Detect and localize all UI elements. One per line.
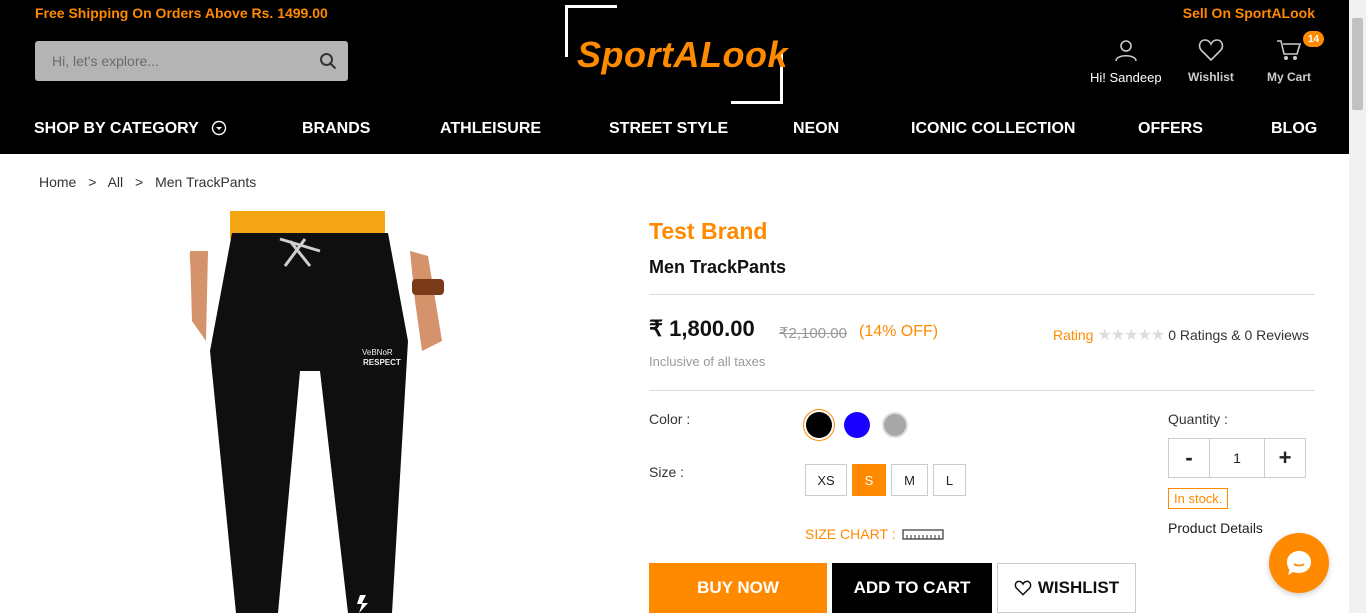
- add-to-cart-button[interactable]: ADD TO CART: [832, 563, 992, 613]
- divider: [649, 294, 1315, 295]
- buy-now-button[interactable]: BUY NOW: [649, 563, 827, 613]
- color-swatch-blue[interactable]: [844, 412, 870, 438]
- nav-offers[interactable]: OFFERS: [1138, 120, 1203, 138]
- heart-icon: [1198, 38, 1224, 65]
- size-option-s[interactable]: S: [852, 464, 886, 496]
- divider: [649, 390, 1315, 391]
- color-swatch-grey[interactable]: [882, 412, 908, 438]
- breadcrumb-home[interactable]: Home: [39, 174, 76, 190]
- nav-neon[interactable]: NEON: [793, 120, 839, 138]
- star-icon: ★★★★★: [1097, 327, 1165, 344]
- product-details-link[interactable]: Product Details: [1168, 520, 1263, 536]
- chevron-down-icon: [211, 120, 227, 136]
- chat-icon: [1287, 551, 1311, 575]
- breadcrumb-current: Men TrackPants: [155, 174, 257, 190]
- size-option-l[interactable]: L: [933, 464, 966, 496]
- sell-link[interactable]: Sell On SportALook: [1183, 5, 1315, 21]
- promo-banner: Free Shipping On Orders Above Rs. 1499.0…: [35, 5, 328, 21]
- nav-street-style[interactable]: STREET STYLE: [609, 120, 728, 138]
- rating-summary[interactable]: Rating ★★★★★ 0 Ratings & 0 Reviews: [1053, 325, 1309, 345]
- stock-status: In stock.: [1168, 488, 1229, 509]
- cart-icon: 14: [1276, 31, 1324, 65]
- breadcrumb-all[interactable]: All: [108, 174, 124, 190]
- product-mrp: ₹2,100.00: [779, 325, 847, 342]
- main-nav: SHOP BY CATEGORY BRANDS ATHLEISURE STREE…: [0, 116, 1349, 142]
- quantity-value[interactable]: 1: [1209, 439, 1265, 477]
- ruler-icon: [901, 529, 944, 540]
- cart-link[interactable]: 14 My Cart: [1267, 31, 1324, 84]
- reviews-count: 0 Ratings & 0 Reviews: [1168, 327, 1310, 343]
- quantity-decrement-button[interactable]: -: [1169, 439, 1209, 477]
- quantity-label: Quantity :: [1168, 411, 1228, 427]
- product-price: ₹ 1,800.00: [649, 316, 755, 341]
- svg-text:RESPECT: RESPECT: [363, 358, 401, 367]
- user-label: Hi! Sandeep: [1090, 70, 1162, 85]
- site-header: Free Shipping On Orders Above Rs. 1499.0…: [0, 0, 1349, 154]
- svg-text:VeBNoR: VeBNoR: [362, 348, 393, 357]
- product-name: Men TrackPants: [649, 257, 787, 277]
- breadcrumb: Home > All > Men TrackPants: [39, 174, 257, 190]
- discount-badge: (14% OFF): [859, 323, 939, 340]
- search-icon[interactable]: [308, 41, 348, 81]
- size-option-m[interactable]: M: [891, 464, 928, 496]
- size-label: Size :: [649, 464, 685, 480]
- product-image[interactable]: VeBNoR RESPECT: [160, 211, 460, 613]
- product-brand[interactable]: Test Brand: [649, 218, 767, 245]
- user-icon: [1114, 38, 1138, 65]
- user-account[interactable]: Hi! Sandeep: [1090, 38, 1162, 85]
- nav-shop-by-category[interactable]: SHOP BY CATEGORY: [34, 120, 227, 138]
- heart-icon: [1014, 580, 1032, 596]
- quantity-stepper: - 1 +: [1168, 438, 1306, 478]
- size-option-xs[interactable]: XS: [805, 464, 847, 496]
- size-chart-link[interactable]: SIZE CHART :: [805, 526, 944, 542]
- wishlist-link[interactable]: Wishlist: [1188, 38, 1234, 84]
- nav-blog[interactable]: BLOG: [1271, 120, 1317, 138]
- site-logo[interactable]: SportALook: [563, 5, 787, 104]
- search-input[interactable]: [35, 53, 308, 69]
- quantity-increment-button[interactable]: +: [1265, 439, 1305, 477]
- search-bar: [35, 41, 348, 81]
- cart-count-badge: 14: [1303, 31, 1324, 47]
- wishlist-button[interactable]: WISHLIST: [997, 563, 1136, 613]
- cart-label: My Cart: [1267, 70, 1312, 84]
- nav-brands[interactable]: BRANDS: [302, 120, 370, 138]
- tax-note: Inclusive of all taxes: [649, 354, 766, 369]
- nav-iconic-collection[interactable]: ICONIC COLLECTION: [911, 120, 1075, 138]
- color-swatch-black[interactable]: [806, 412, 832, 438]
- nav-athleisure[interactable]: ATHLEISURE: [440, 120, 541, 138]
- wishlist-label: Wishlist: [1188, 70, 1234, 84]
- color-label: Color :: [649, 411, 691, 427]
- page-scrollbar[interactable]: [1349, 0, 1366, 613]
- chat-widget-button[interactable]: [1269, 533, 1329, 593]
- rating-label: Rating: [1053, 327, 1094, 343]
